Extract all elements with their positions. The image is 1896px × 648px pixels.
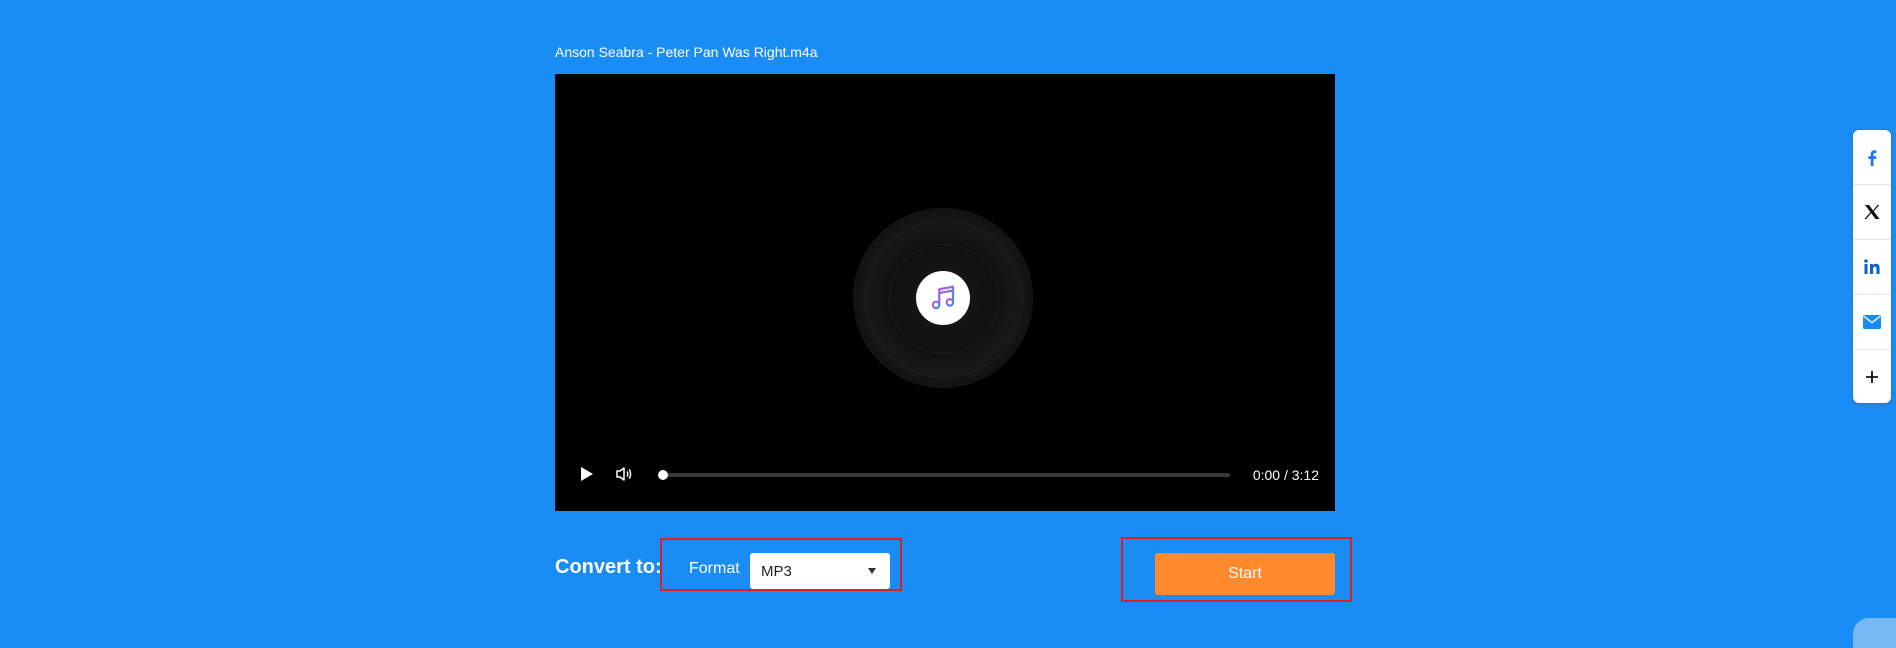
caret-down-icon [868,568,876,574]
plus-icon[interactable] [1853,350,1891,404]
audio-player[interactable]: 0:00 / 3:12 [555,74,1335,511]
play-icon[interactable] [577,465,595,483]
floating-widget[interactable] [1853,618,1896,648]
file-name: Anson Seabra - Peter Pan Was Right.m4a [555,44,818,60]
seek-handle[interactable] [658,470,668,480]
email-icon[interactable] [1853,295,1891,350]
time-display: 0:00 / 3:12 [1252,467,1319,483]
share-bar [1853,130,1891,403]
format-select[interactable]: MP3 [750,553,890,589]
format-section: Format MP3 [660,538,902,591]
start-section: Start [1121,537,1352,602]
linkedin-icon[interactable] [1853,240,1891,295]
format-selected-value: MP3 [761,563,792,580]
x-icon[interactable] [1853,185,1891,240]
vinyl-disc [853,208,1033,388]
music-note-icon [916,271,970,325]
seek-bar[interactable] [658,470,1230,480]
format-label: Format [689,560,740,577]
start-button[interactable]: Start [1155,553,1335,595]
volume-icon[interactable] [615,465,633,483]
convert-to-label: Convert to: [555,556,662,578]
player-controls: 0:00 / 3:12 [555,459,1335,489]
facebook-icon[interactable] [1853,130,1891,185]
